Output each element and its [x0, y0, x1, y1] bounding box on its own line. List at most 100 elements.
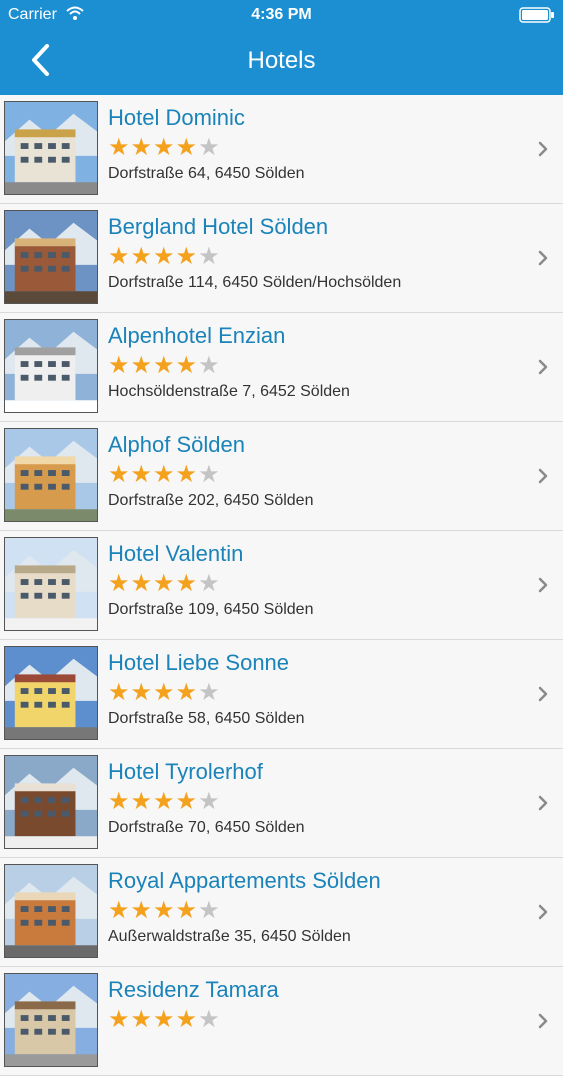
chevron-right-icon	[537, 359, 549, 375]
star-icon: ★	[198, 678, 220, 706]
hotel-name: Hotel Liebe Sonne	[108, 650, 290, 675]
hotel-thumbnail	[4, 319, 98, 413]
hotel-rating: ★ ★ ★ ★ ★	[108, 351, 220, 379]
star-icon: ★	[153, 896, 175, 924]
star-icon: ★	[198, 133, 220, 161]
hotel-thumbnail	[4, 428, 98, 522]
star-icon: ★	[130, 460, 153, 488]
hotel-name: Alphof Sölden	[108, 432, 245, 457]
status-bar: Carrier 4:36 PM	[0, 0, 563, 30]
hotel-list-item[interactable]: Hotel Liebe Sonne ★ ★ ★ ★ ★ Dorfstraße 58, 645…	[0, 640, 563, 749]
hotel-thumbnail	[4, 101, 98, 195]
hotel-rating: ★ ★ ★ ★ ★	[108, 1005, 220, 1033]
hotel-thumbnail	[4, 210, 98, 304]
star-icon: ★	[153, 678, 175, 706]
star-icon: ★	[153, 351, 175, 379]
star-icon: ★	[175, 460, 198, 488]
star-icon: ★	[198, 351, 220, 379]
hotel-address: Dorfstraße 70, 6450 Sölden	[108, 819, 305, 836]
hotel-address: Hochsöldenstraße 7, 6452 Sölden	[108, 383, 350, 400]
hotel-list-item[interactable]: Hotel Valentin ★ ★ ★ ★ ★ Dorfstraße 109, 6450 …	[0, 531, 563, 640]
chevron-right-icon	[537, 468, 549, 484]
star-icon: ★	[108, 133, 130, 161]
star-icon: ★	[108, 896, 130, 924]
hotel-thumbnail	[4, 537, 98, 631]
star-icon: ★	[175, 896, 198, 924]
hotel-list-item[interactable]: Royal Appartements Sölden ★ ★ ★ ★ ★ Außerwalds…	[0, 858, 563, 967]
star-icon: ★	[175, 787, 198, 815]
top-bar: Carrier 4:36 PM Hotels	[0, 0, 563, 95]
star-icon: ★	[108, 242, 130, 270]
star-icon: ★	[153, 460, 175, 488]
hotel-thumbnail	[4, 864, 98, 958]
chevron-right-icon	[537, 250, 549, 266]
navigation-bar: Hotels	[0, 30, 563, 95]
star-icon: ★	[175, 569, 198, 597]
chevron-right-icon	[537, 686, 549, 702]
star-icon: ★	[130, 569, 153, 597]
star-icon: ★	[198, 787, 220, 815]
hotel-list-item[interactable]: Alphof Sölden ★ ★ ★ ★ ★ Dorfstraße 202, 6450 S…	[0, 422, 563, 531]
star-icon: ★	[108, 351, 130, 379]
hotel-name: Bergland Hotel Sölden	[108, 214, 329, 239]
star-icon: ★	[175, 1005, 198, 1033]
star-icon: ★	[198, 896, 220, 924]
hotel-address: Dorfstraße 114, 6450 Sölden/Hochsölden	[108, 274, 402, 291]
star-icon: ★	[130, 351, 153, 379]
hotel-rating: ★ ★ ★ ★ ★	[108, 569, 220, 597]
star-icon: ★	[130, 678, 153, 706]
hotel-rating: ★ ★ ★ ★ ★	[108, 678, 220, 706]
hotel-rating: ★ ★ ★ ★ ★	[108, 787, 220, 815]
battery-icon	[519, 7, 555, 23]
chevron-right-icon	[537, 141, 549, 157]
hotel-address: Dorfstraße 109, 6450 Sölden	[108, 601, 314, 618]
hotel-thumbnail	[4, 755, 98, 849]
star-icon: ★	[198, 569, 220, 597]
star-icon: ★	[175, 351, 198, 379]
star-icon: ★	[153, 242, 175, 270]
hotel-thumbnail	[4, 973, 98, 1067]
hotel-list: Hotel Dominic ★ ★ ★ ★ ★ Dorfstraße 64, 6450 Sö…	[0, 95, 563, 1076]
hotel-name: Hotel Dominic	[108, 105, 245, 130]
star-icon: ★	[130, 242, 153, 270]
star-icon: ★	[108, 569, 130, 597]
star-icon: ★	[153, 133, 175, 161]
hotel-rating: ★ ★ ★ ★ ★	[108, 133, 220, 161]
star-icon: ★	[175, 242, 198, 270]
star-icon: ★	[153, 569, 175, 597]
star-icon: ★	[130, 896, 153, 924]
hotel-address: Dorfstraße 58, 6450 Sölden	[108, 710, 305, 727]
hotel-thumbnail	[4, 646, 98, 740]
star-icon: ★	[130, 787, 153, 815]
hotel-rating: ★ ★ ★ ★ ★	[108, 460, 220, 488]
star-icon: ★	[130, 133, 153, 161]
page-title: Hotels	[247, 47, 316, 74]
hotel-list-item[interactable]: Hotel Dominic ★ ★ ★ ★ ★ Dorfstraße 64, 6450 Sö…	[0, 95, 563, 204]
star-icon: ★	[108, 1005, 130, 1033]
hotel-list-item[interactable]: Residenz Tamara ★ ★ ★ ★ ★	[0, 967, 563, 1076]
chevron-right-icon	[537, 577, 549, 593]
chevron-right-icon	[537, 1013, 549, 1029]
hotel-name: Alpenhotel Enzian	[108, 323, 286, 348]
star-icon: ★	[153, 1005, 175, 1033]
star-icon: ★	[108, 787, 130, 815]
chevron-right-icon	[537, 795, 549, 811]
hotel-address: Dorfstraße 202, 6450 Sölden	[108, 492, 314, 509]
hotel-name: Royal Appartements Sölden	[108, 868, 381, 893]
star-icon: ★	[130, 1005, 153, 1033]
chevron-right-icon	[537, 904, 549, 920]
hotel-address: Dorfstraße 64, 6450 Sölden	[108, 165, 305, 182]
star-icon: ★	[108, 678, 130, 706]
star-icon: ★	[175, 678, 198, 706]
hotel-list-item[interactable]: Alpenhotel Enzian ★ ★ ★ ★ ★ Hochsöldenstraße 7…	[0, 313, 563, 422]
hotel-list-item[interactable]: Hotel Tyrolerhof ★ ★ ★ ★ ★ Dorfstraße 70, 6450…	[0, 749, 563, 858]
hotel-address: Außerwaldstraße 35, 6450 Sölden	[108, 928, 351, 945]
star-icon: ★	[198, 1005, 220, 1033]
hotel-rating: ★ ★ ★ ★ ★	[108, 242, 220, 270]
hotel-rating: ★ ★ ★ ★ ★	[108, 896, 220, 924]
hotel-name: Hotel Valentin	[108, 541, 244, 566]
star-icon: ★	[198, 242, 220, 270]
hotel-name: Residenz Tamara	[108, 977, 279, 1002]
hotel-name: Hotel Tyrolerhof	[108, 759, 263, 784]
hotel-list-item[interactable]: Bergland Hotel Sölden ★ ★ ★ ★ ★ Dorfstraße 114…	[0, 204, 563, 313]
